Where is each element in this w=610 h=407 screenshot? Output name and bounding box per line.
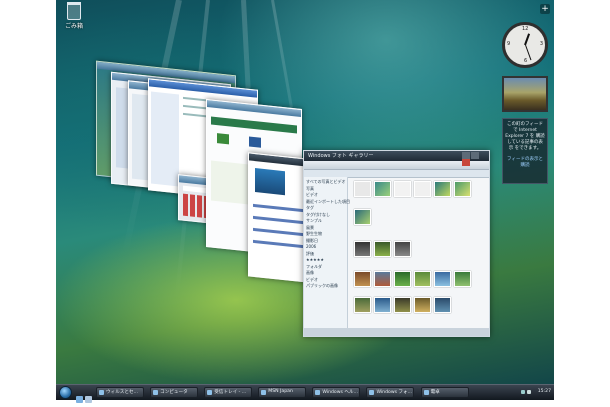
photo-thumbnail[interactable] <box>434 181 451 197</box>
taskbar-button-label: MSN Japan <box>268 389 293 394</box>
app-icon <box>99 390 104 395</box>
thumbnail-grid <box>352 179 485 328</box>
app-icon <box>207 390 213 395</box>
add-gadget-button[interactable]: + <box>540 4 550 14</box>
taskbar-button[interactable]: Windows ヘル... <box>312 387 361 398</box>
photo-thumbnail[interactable] <box>374 241 391 257</box>
app-icon <box>423 390 429 395</box>
nav-item[interactable]: すべての写真とビデオ <box>306 179 346 186</box>
playback-bar[interactable] <box>304 328 489 336</box>
window-titlebar: Windows フォト ギャラリー <box>304 151 489 166</box>
photo-thumbnail[interactable] <box>374 297 391 313</box>
taskbar-button[interactable]: 電卓 <box>420 387 469 398</box>
windows-sidebar: + 12 3 6 9 この町のフィードで Internet Explorer 7… <box>502 4 550 204</box>
close-button[interactable] <box>462 159 470 166</box>
clock-number: 3 <box>539 41 543 47</box>
photo-thumbnail[interactable] <box>454 271 471 287</box>
window-photo-gallery[interactable]: Windows フォト ギャラリー すべての写真とビデオ 写真 ビデオ 最近イン… <box>303 150 490 337</box>
photo-thumbnail[interactable] <box>394 271 411 287</box>
clock-number: 6 <box>524 58 528 64</box>
maximize-button[interactable] <box>471 152 479 159</box>
photo-thumbnail[interactable] <box>414 297 431 313</box>
nav-item[interactable]: パブリックの画像 <box>306 283 345 290</box>
app-icon <box>315 390 321 395</box>
photo-thumbnail[interactable] <box>394 241 411 257</box>
photo-thumbnail[interactable] <box>354 297 371 313</box>
app-icon <box>261 390 267 395</box>
quick-launch <box>76 388 94 407</box>
slideshow-gadget[interactable] <box>502 76 548 112</box>
feed-link[interactable]: フィードの表示と購読 <box>505 156 545 168</box>
app-icon <box>369 390 375 395</box>
taskbar-button[interactable]: Windows フォ... <box>366 387 415 398</box>
photo-thumbnail[interactable] <box>414 271 431 287</box>
clock-number: 9 <box>507 41 511 47</box>
taskbar-clock[interactable]: 15:27 <box>538 389 551 394</box>
photo-thumbnail[interactable] <box>434 297 451 313</box>
photo-thumbnail[interactable] <box>394 297 411 313</box>
photo-thumbnail[interactable] <box>354 241 371 257</box>
taskbar-button-label: Windows フォ... <box>376 390 413 395</box>
photo-thumbnail[interactable] <box>374 181 391 197</box>
volume-icon[interactable] <box>527 390 531 394</box>
window-title: Windows フォト ギャラリー <box>308 153 374 159</box>
network-icon[interactable] <box>521 390 525 394</box>
taskbar-button-label: ウィルスとセ... <box>106 390 138 395</box>
taskbar: ウィルスとセ... コンピュータ 受信トレイ - ... MSN Japan W… <box>56 384 554 403</box>
photo-thumbnail[interactable] <box>354 209 371 225</box>
taskbar-button-label: コンピュータ <box>160 390 188 395</box>
clock-hour-hand <box>524 33 531 46</box>
photo-thumbnail[interactable] <box>354 181 371 197</box>
clock-gadget[interactable]: 12 3 6 9 <box>502 22 548 68</box>
recycle-bin-icon <box>67 2 81 20</box>
feed-headlines-gadget[interactable]: この町のフィードで Internet Explorer 7 を 購読している記事… <box>502 118 548 184</box>
clock-number: 12 <box>522 26 529 32</box>
photo-thumbnail[interactable] <box>394 181 411 197</box>
feed-message: この町のフィードで Internet Explorer 7 を 購読している記事… <box>505 122 545 151</box>
start-button[interactable] <box>59 386 72 399</box>
task-buttons: ウィルスとセ... コンピュータ 受信トレイ - ... MSN Japan W… <box>96 387 518 398</box>
navigation-pane: すべての写真とビデオ 写真 ビデオ 最近インポートした項目 タグ タグ付けなし … <box>304 177 350 328</box>
app-icon <box>153 390 159 395</box>
minimize-button[interactable] <box>462 152 470 159</box>
photo-thumbnail[interactable] <box>454 181 471 197</box>
photo-thumbnail[interactable] <box>434 271 451 287</box>
desktop: ごみ箱 Windows フォト ギャラリー すべての写真とビデオ 写真 ビデオ … <box>56 0 554 400</box>
taskbar-button-label: Windows ヘル... <box>322 390 358 395</box>
photo-thumbnail[interactable] <box>414 181 431 197</box>
taskbar-button-label: 受信トレイ - ... <box>214 390 247 395</box>
photo-thumbnail[interactable] <box>354 271 371 287</box>
recycle-bin-shortcut[interactable]: ごみ箱 <box>60 2 88 30</box>
taskbar-button[interactable]: コンピュータ <box>150 387 199 398</box>
recycle-bin-label: ごみ箱 <box>64 23 83 30</box>
taskbar-button[interactable]: MSN Japan <box>258 387 307 398</box>
taskbar-button-label: 電卓 <box>430 390 440 395</box>
notification-area: 15:27 <box>521 388 551 397</box>
photo-thumbnail[interactable] <box>374 271 391 287</box>
taskbar-button[interactable]: 受信トレイ - ... <box>204 387 253 398</box>
taskbar-button[interactable]: ウィルスとセ... <box>96 387 144 398</box>
